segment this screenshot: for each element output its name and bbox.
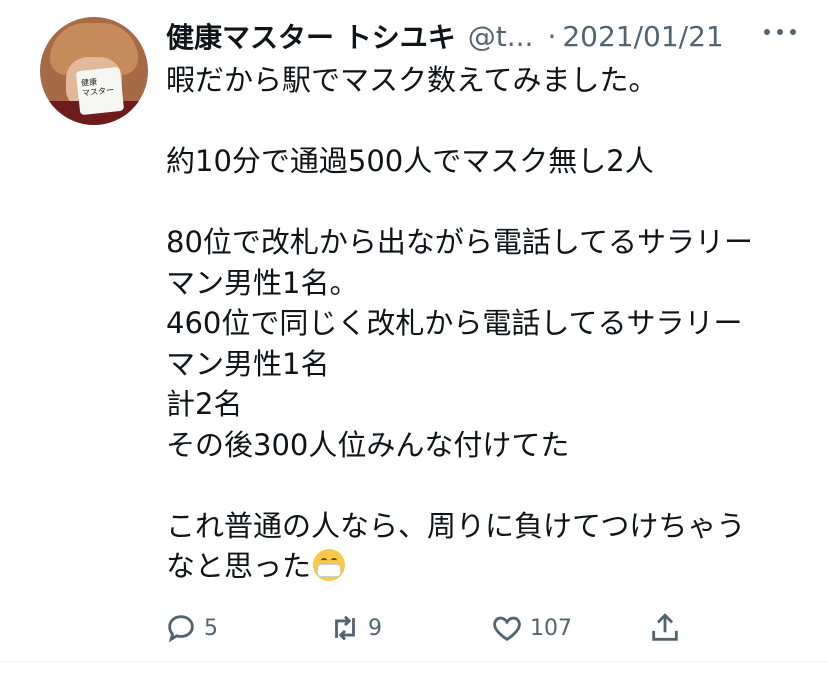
emoji-eye (331, 558, 338, 563)
tweet-text-line: 計2名 (166, 387, 243, 421)
tweet-text-line: なと思った (166, 549, 312, 583)
share-button[interactable] (648, 608, 688, 648)
avatar[interactable]: 健康 マスター (40, 17, 148, 125)
more-dot (790, 29, 796, 35)
tweet-text: 暇だから駅でマスク数えてみました。 約10分で通過500人でマスク無し2人 80… (166, 60, 806, 587)
tweet-text-line (166, 182, 806, 223)
tweet-text-line (166, 465, 806, 506)
reply-icon (168, 615, 194, 643)
like-button[interactable]: 107 (490, 608, 572, 648)
divider (0, 661, 828, 662)
retweet-count: 9 (368, 615, 382, 641)
tweet-text-line (166, 101, 806, 142)
tweet-text-line: これ普通の人なら、周りに負けてつけちゃう (166, 508, 746, 543)
tweet-date[interactable]: 2021/01/21 (562, 20, 723, 53)
reply-button[interactable]: 5 (164, 608, 218, 648)
emoji-mask (317, 564, 342, 577)
tweet-text-line: マン男性1名。 (166, 265, 359, 300)
like-count: 107 (530, 615, 572, 641)
retweet-button[interactable]: 9 (328, 608, 382, 648)
tweet-text-last-line: なと思った (166, 546, 806, 587)
tweet-header: 健康マスター トシユキ @t... · 2021/01/21 (166, 14, 806, 58)
avatar-name-card: 健康 マスター (75, 66, 125, 116)
tweet-actions: 5 9 107 (160, 608, 720, 648)
tweet-text-line: マン男性1名 (166, 346, 330, 381)
author-handle[interactable]: @t... (468, 20, 534, 53)
tweet-text-line: 暇だから駅でマスク数えてみました。 (166, 63, 658, 97)
more-dot (777, 29, 783, 35)
more-options-icon[interactable] (760, 20, 800, 44)
reply-count: 5 (204, 615, 218, 641)
author-name[interactable]: 健康マスター トシユキ (166, 16, 456, 56)
more-dot (764, 29, 770, 35)
tweet-text-line: 460位で同じく改札から電話してるサラリー (166, 306, 743, 340)
retweet-icon (335, 615, 355, 641)
separator-dot: · (547, 19, 557, 53)
heart-icon (493, 616, 521, 641)
emoji-eye (321, 558, 328, 563)
medical-mask-emoji-icon (313, 549, 346, 581)
tweet-text-line: 約10分で通過500人でマスク無し2人 (166, 144, 654, 178)
share-icon (652, 613, 678, 641)
tweet-text-line: その後300人位みんな付けてた (166, 427, 570, 462)
tweet[interactable]: 健康 マスター 健康マスター トシユキ @t... · 2021/01/21 暇… (0, 0, 828, 662)
tweet-text-line: 80位で改札から出ながら電話してるサラリー (166, 225, 754, 259)
